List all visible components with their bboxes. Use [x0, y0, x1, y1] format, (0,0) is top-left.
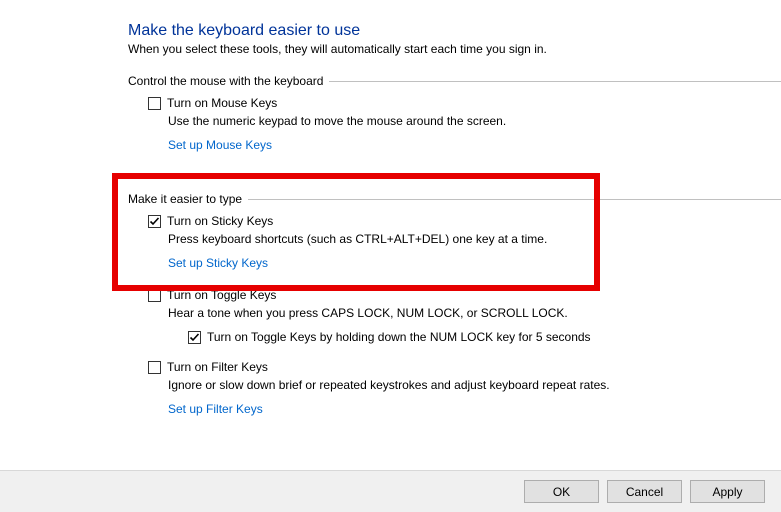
sticky-keys-desc: Press keyboard shortcuts (such as CTRL+A…: [168, 232, 781, 246]
filter-keys-label[interactable]: Turn on Filter Keys: [167, 360, 268, 374]
toggle-keys-checkbox[interactable]: [148, 289, 161, 302]
page-subtitle: When you select these tools, they will a…: [128, 42, 781, 56]
cancel-button[interactable]: Cancel: [607, 480, 682, 503]
mouse-keys-link[interactable]: Set up Mouse Keys: [168, 138, 272, 152]
toggle-keys-hold-label[interactable]: Turn on Toggle Keys by holding down the …: [207, 330, 591, 344]
button-bar: OK Cancel Apply: [0, 470, 781, 512]
group-mouse-title: Control the mouse with the keyboard: [128, 74, 329, 88]
ok-button[interactable]: OK: [524, 480, 599, 503]
toggle-keys-label[interactable]: Turn on Toggle Keys: [167, 288, 276, 302]
sticky-keys-label[interactable]: Turn on Sticky Keys: [167, 214, 273, 228]
group-mouse: Control the mouse with the keyboard Turn…: [128, 74, 781, 166]
mouse-keys-desc: Use the numeric keypad to move the mouse…: [168, 114, 781, 128]
apply-button[interactable]: Apply: [690, 480, 765, 503]
group-type-title: Make it easier to type: [128, 192, 248, 206]
sticky-keys-checkbox[interactable]: [148, 215, 161, 228]
mouse-keys-label[interactable]: Turn on Mouse Keys: [167, 96, 277, 110]
sticky-keys-link[interactable]: Set up Sticky Keys: [168, 256, 268, 270]
filter-keys-desc: Ignore or slow down brief or repeated ke…: [168, 378, 781, 392]
toggle-keys-hold-checkbox[interactable]: [188, 331, 201, 344]
checkmark-icon: [189, 332, 200, 343]
group-type: Make it easier to type Turn on Sticky Ke…: [128, 182, 781, 430]
divider: [329, 81, 781, 82]
page-title: Make the keyboard easier to use: [128, 22, 781, 40]
toggle-keys-desc: Hear a tone when you press CAPS LOCK, NU…: [168, 306, 781, 320]
mouse-keys-checkbox[interactable]: [148, 97, 161, 110]
divider: [248, 199, 781, 200]
filter-keys-checkbox[interactable]: [148, 361, 161, 374]
checkmark-icon: [149, 216, 160, 227]
filter-keys-link[interactable]: Set up Filter Keys: [168, 402, 263, 416]
